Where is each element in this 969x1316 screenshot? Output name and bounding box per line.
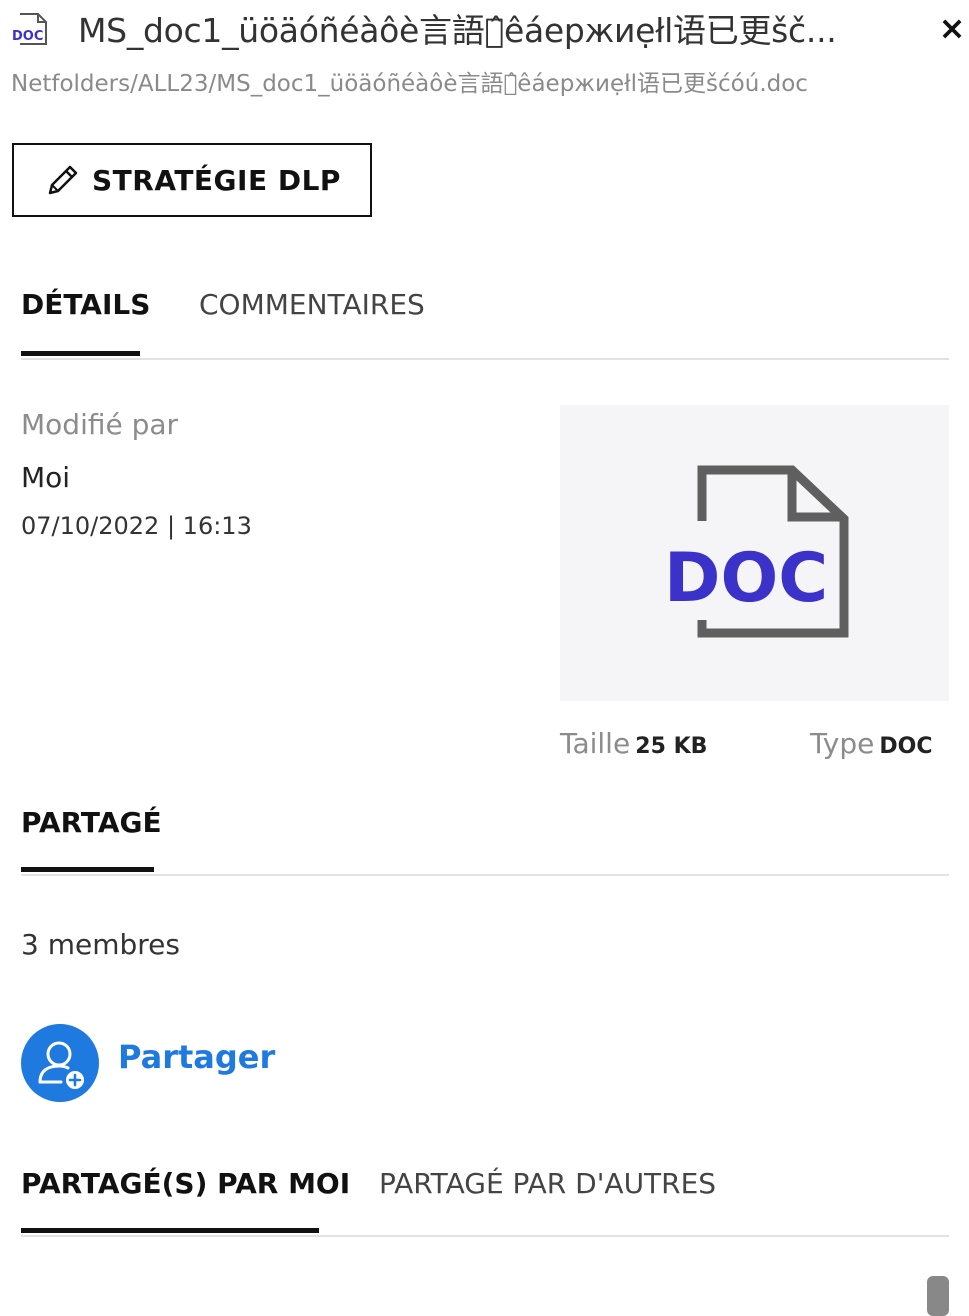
members-count: 3 membres (21, 928, 180, 961)
tab-details-underline (21, 351, 140, 356)
file-title: MS_doc1_üöäóñéàôè言語が̂êáepжиẹłl语已更šč... (78, 11, 837, 50)
file-path: Netfolders/ALL23/MS_doc1_üöäóñéàôè言語が̂êá… (11, 71, 808, 97)
tab-details[interactable]: DÉTAILS (21, 288, 150, 321)
tab-shared-by-me[interactable]: PARTAGÉ(S) PAR MOI (21, 1167, 350, 1200)
shared-underline (21, 867, 154, 872)
pencil-icon (48, 165, 78, 195)
doc-file-icon: DOC (10, 12, 52, 46)
doc-preview-icon: DOC (664, 465, 849, 638)
dlp-policy-label: STRATÉGIE DLP (92, 163, 341, 197)
tab-comments[interactable]: COMMENTAIRES (199, 288, 425, 321)
modified-by-label: Modifié par (21, 408, 179, 441)
dlp-policy-button[interactable]: STRATÉGIE DLP (12, 143, 372, 217)
add-user-icon (38, 1041, 84, 1089)
modified-date: 07/10/2022 | 16:13 (21, 512, 252, 540)
file-preview: DOC (560, 405, 949, 701)
type-info: Type DOC (810, 727, 933, 760)
tabs-divider (21, 358, 949, 360)
modified-by-value: Moi (21, 461, 71, 494)
size-info: Taille 25 KB (560, 727, 707, 760)
close-icon[interactable]: × (936, 8, 968, 48)
shared-divider (21, 874, 949, 876)
scrollbar-thumb[interactable] (927, 1276, 949, 1316)
shared-heading: PARTAGÉ (21, 806, 162, 839)
type-label: Type (810, 727, 875, 760)
tab-shared-by-me-underline (21, 1228, 319, 1233)
type-value: DOC (879, 734, 933, 759)
share-button[interactable] (21, 1024, 99, 1102)
size-value: 25 KB (635, 734, 708, 759)
share-link[interactable]: Partager (118, 1038, 275, 1076)
svg-text:DOC: DOC (12, 29, 43, 44)
preview-doc-text: DOC (664, 539, 828, 618)
tab-shared-by-others[interactable]: PARTAGÉ PAR D'AUTRES (379, 1167, 716, 1200)
shared-tabs-divider (21, 1235, 949, 1237)
size-label: Taille (560, 727, 631, 760)
